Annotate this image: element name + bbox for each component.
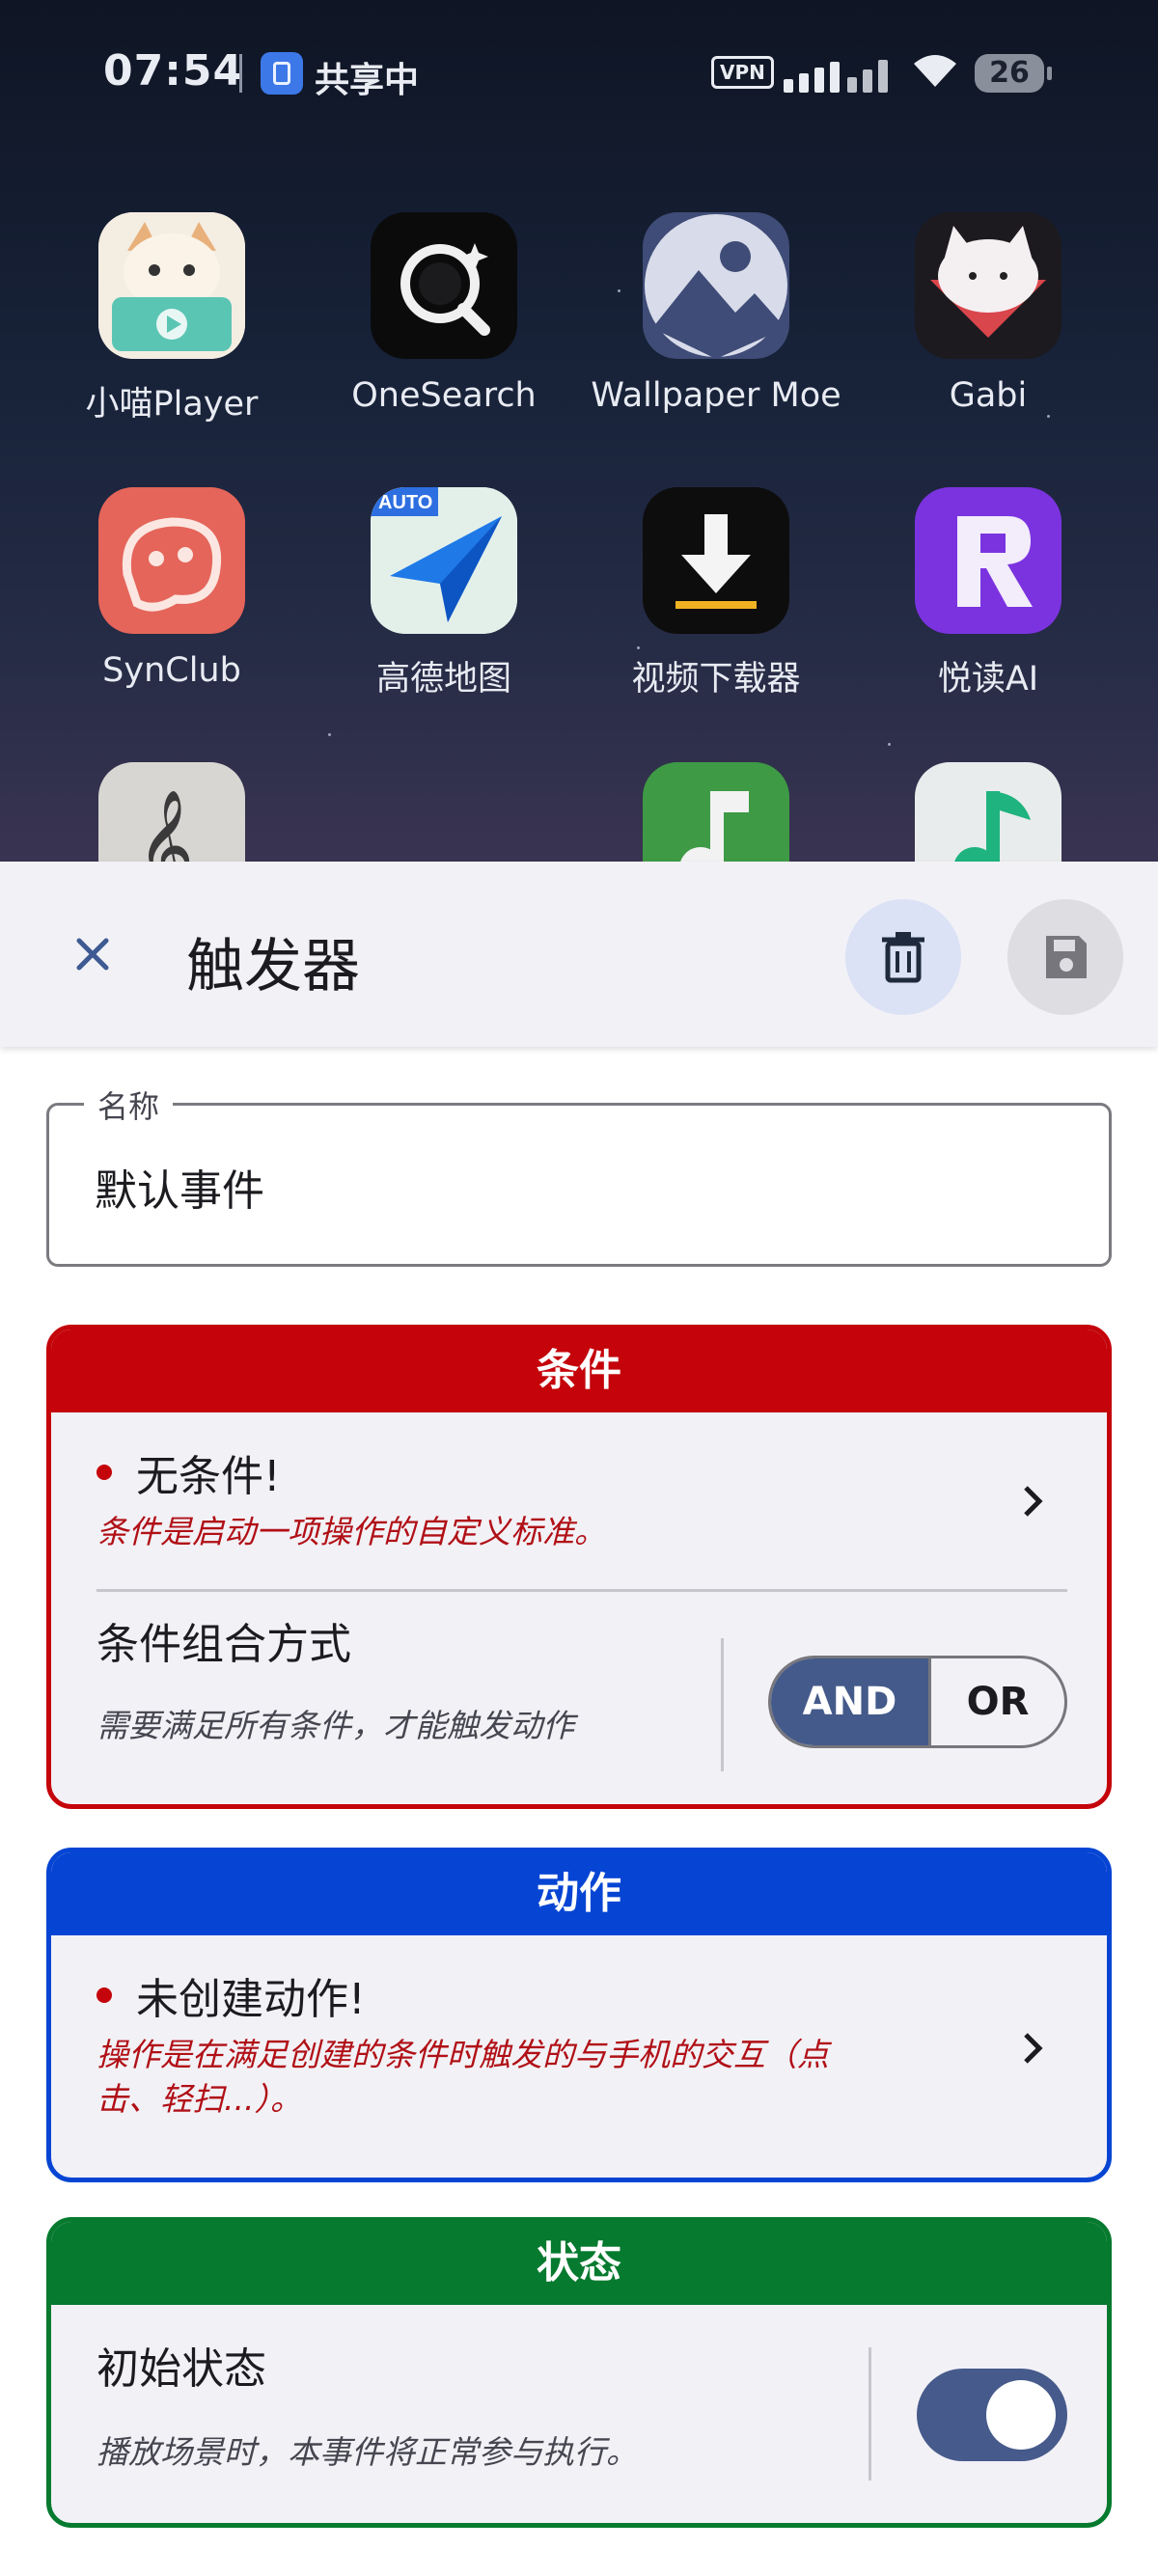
app-xiaomiao-player[interactable]: 小喵Player [46, 212, 297, 425]
cellular-signal-icon [784, 54, 892, 93]
warning-dot-icon [96, 1465, 112, 1480]
name-input[interactable] [95, 1162, 1060, 1211]
delete-button[interactable] [845, 899, 961, 1015]
app-label: Gabi [949, 376, 1028, 415]
state-header: 状态 [51, 2222, 1107, 2305]
page-title: 触发器 [186, 933, 360, 1000]
app-gabi[interactable]: Gabi [863, 212, 1114, 415]
app-label: 高德地图 [375, 660, 511, 699]
app-onesearch[interactable]: OneSearch [318, 212, 569, 415]
app-label: Wallpaper Moe [591, 376, 841, 415]
actions-empty-desc-line2: 击、轻扫...）。 [96, 2080, 302, 2118]
screen-share-icon [261, 52, 303, 95]
app-video-downloader[interactable]: 视频下载器 [591, 487, 841, 700]
status-bar: 07:54 共享中 VPN 26 [0, 0, 1158, 145]
app-label: SynClub [102, 651, 241, 690]
chevron-right-icon [1024, 2033, 1043, 2064]
cat-player-icon [98, 212, 245, 359]
status-time: 07:54 [103, 46, 244, 96]
actions-header: 动作 [51, 1852, 1107, 1935]
chevron-right-icon [1024, 1486, 1043, 1517]
actions-card: 动作 未创建动作! 操作是在满足创建的条件时触发的与手机的交互（点 击、轻扫..… [46, 1848, 1112, 2182]
and-or-segmented-toggle[interactable]: AND OR [768, 1656, 1067, 1748]
warning-dot-icon [96, 1987, 112, 2003]
actions-empty-row[interactable]: 未创建动作! 操作是在满足创建的条件时触发的与手机的交互（点 击、轻扫...）。 [51, 1935, 1107, 2178]
save-disk-icon [1046, 936, 1087, 978]
save-button[interactable] [1007, 899, 1123, 1015]
vertical-divider [868, 2347, 871, 2480]
name-field-label: 名称 [84, 1082, 174, 1127]
trash-icon [882, 932, 924, 983]
actions-empty-title: 未创建动作! [136, 1975, 366, 2024]
wallpaper-moe-icon [643, 212, 789, 359]
status-divider [239, 54, 242, 93]
app-label: 悦读AI [937, 660, 1039, 699]
conditions-header: 条件 [51, 1329, 1107, 1412]
battery-icon: 26 [975, 54, 1052, 93]
app-music-clef[interactable]: 𝄞 [46, 762, 297, 868]
app-music-green[interactable] [591, 762, 841, 868]
actions-empty-desc-line1: 操作是在满足创建的条件时触发的与手机的交互（点 [96, 2036, 829, 2073]
switch-knob [986, 2380, 1056, 2450]
app-wallpaper-moe[interactable]: Wallpaper Moe [591, 212, 841, 415]
conditions-empty-title: 无条件! [136, 1452, 281, 1501]
initial-state-desc: 播放场景时，本事件将正常参与执行。 [96, 2433, 638, 2471]
and-option[interactable]: AND [771, 1658, 928, 1745]
vertical-divider [721, 1638, 724, 1771]
svg-text:𝄞: 𝄞 [137, 788, 194, 868]
close-icon[interactable] [58, 919, 127, 989]
synclub-icon [98, 487, 245, 634]
music-note-teal-icon [915, 762, 1062, 868]
top-app-bar: 触发器 [0, 862, 1158, 1047]
conditions-empty-row[interactable]: 无条件! 条件是启动一项操作的自定义标准。 [51, 1412, 1107, 1596]
star-decoration [888, 743, 891, 746]
sharing-label: 共享中 [315, 61, 420, 100]
app-music-teal[interactable] [863, 762, 1114, 868]
wifi-icon [914, 55, 956, 87]
gabi-icon [915, 212, 1062, 359]
name-field[interactable]: 名称 [46, 1082, 1112, 1267]
combine-mode-desc: 需要满足所有条件，才能触发动作 [96, 1707, 574, 1744]
combine-mode-title: 条件组合方式 [96, 1620, 351, 1669]
music-clef-icon: 𝄞 [98, 762, 245, 868]
music-note-green-icon [643, 762, 789, 868]
or-option[interactable]: OR [931, 1658, 1064, 1745]
initial-state-switch[interactable] [917, 2369, 1067, 2461]
app-label: 视频下载器 [631, 660, 801, 699]
yuedu-ai-icon [915, 487, 1062, 634]
auto-badge: AUTO [378, 492, 432, 513]
divider [96, 1589, 1067, 1592]
app-amap[interactable]: AUTO 高德地图 [318, 487, 569, 700]
initial-state-title: 初始状态 [96, 2344, 266, 2394]
app-yuedu-ai[interactable]: 悦读AI [863, 487, 1114, 700]
trigger-editor-sheet: 触发器 名称 条件 无条件! 条件是启动一项操 [0, 862, 1158, 2576]
app-label: OneSearch [351, 376, 537, 415]
state-card: 状态 初始状态 播放场景时，本事件将正常参与执行。 [46, 2217, 1112, 2528]
onesearch-icon [371, 212, 517, 359]
vpn-icon: VPN [711, 56, 774, 89]
video-downloader-icon [643, 487, 789, 634]
app-label: 小喵Player [85, 385, 259, 424]
app-synclub[interactable]: SynClub [46, 487, 297, 690]
star-decoration [1047, 415, 1050, 418]
home-screen-background: 07:54 共享中 VPN 26 小喵Player OneSearch Wall… [0, 0, 1158, 868]
conditions-card: 条件 无条件! 条件是启动一项操作的自定义标准。 条件组合方式 需要满足所有条件… [46, 1325, 1112, 1809]
amap-icon: AUTO [371, 487, 517, 634]
star-decoration [328, 733, 331, 736]
conditions-empty-desc: 条件是启动一项操作的自定义标准。 [96, 1513, 606, 1550]
